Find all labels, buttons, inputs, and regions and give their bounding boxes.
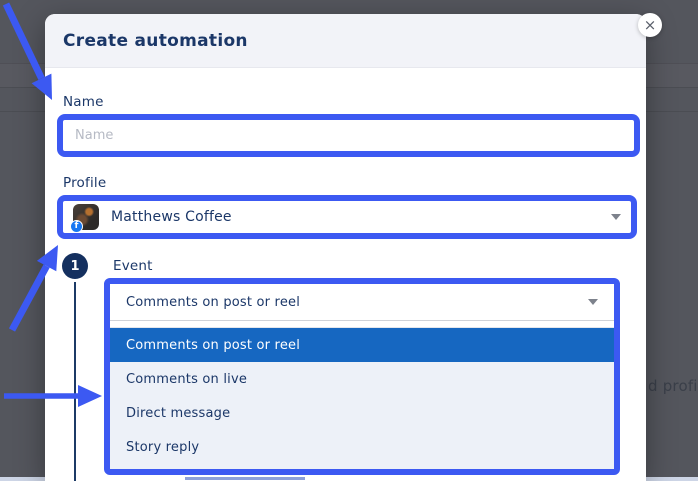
modal-header: Create automation	[45, 14, 646, 68]
event-dropdown-highlight: Comments on post or reel Comments on pos…	[104, 278, 620, 475]
annotation-arrow-options	[4, 385, 102, 407]
option-story-reply[interactable]: Story reply	[110, 430, 614, 464]
clipped-next-element	[185, 477, 305, 480]
profile-avatar: f	[70, 204, 99, 233]
profile-name: Matthews Coffee	[111, 209, 232, 225]
event-options-list: Comments on post or reel Comments on liv…	[110, 328, 614, 469]
create-automation-modal: Create automation × Name Profile f Matth…	[45, 13, 662, 481]
annotation-arrow-name	[2, 2, 52, 100]
option-direct-message[interactable]: Direct message	[110, 396, 614, 430]
name-field-highlight	[57, 114, 640, 157]
close-icon: ×	[643, 15, 657, 34]
option-comments-on-post-or-reel[interactable]: Comments on post or reel	[110, 328, 614, 362]
dropdown-gap	[110, 321, 614, 328]
option-comments-on-live[interactable]: Comments on live	[110, 362, 614, 396]
event-label: Event	[113, 258, 153, 274]
modal-title: Create automation	[63, 30, 248, 51]
profile-select[interactable]: f Matthews Coffee	[57, 195, 637, 239]
close-button[interactable]: ×	[638, 13, 662, 37]
name-input[interactable]	[63, 120, 634, 151]
facebook-badge-icon: f	[70, 220, 83, 233]
event-select[interactable]: Comments on post or reel	[110, 284, 614, 321]
annotation-arrow-profile	[8, 245, 58, 332]
chevron-down-icon	[611, 214, 621, 220]
chevron-down-icon	[588, 299, 598, 305]
event-selected-value: Comments on post or reel	[126, 294, 301, 310]
profile-label: Profile	[63, 175, 107, 191]
background-clipped-text: d profi	[648, 377, 698, 395]
